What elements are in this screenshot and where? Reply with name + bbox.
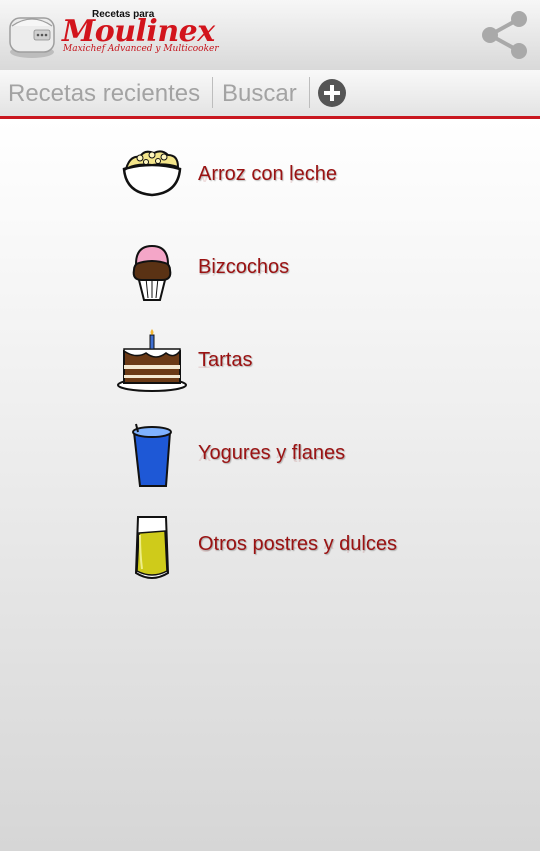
birthday-cake-icon (117, 329, 187, 392)
category-label-reflection: Arroz con leche (198, 174, 337, 185)
rice-pudding-bowl-icon (122, 150, 182, 197)
logo-subtitle: Maxichef Advanced y Multicooker (63, 44, 219, 54)
category-label-reflection: Tartas (198, 360, 253, 371)
category-yogurts-flans[interactable]: Yogures y flanes Yogures y flanes (116, 420, 446, 498)
app-header: Recetas para Moulinex Maxichef Advanced … (0, 0, 540, 70)
share-icon[interactable] (478, 8, 532, 62)
category-sponge-cakes[interactable]: Bizcochos Bizcochos (116, 234, 446, 312)
category-label-reflection: Bizcochos (198, 267, 290, 278)
category-other-desserts[interactable]: Otros postres y dulces Otros postres y d… (116, 511, 446, 589)
category-rice-pudding[interactable]: Arroz con leche Arroz con leche (116, 141, 446, 219)
multicooker-icon (9, 17, 55, 58)
category-cakes[interactable]: Tartas Tartas (116, 327, 446, 405)
tab-divider (212, 77, 213, 108)
category-label-reflection: Otros postres y dulces (198, 544, 397, 555)
tab-recent-recipes[interactable]: Recetas recientes (8, 80, 200, 108)
glass-dessert-icon (134, 516, 170, 579)
category-list: Arroz con leche Arroz con leche Bizcocho… (0, 119, 540, 851)
tab-bar: Recetas recientes Buscar (0, 70, 540, 119)
tab-search[interactable]: Buscar (222, 80, 297, 108)
category-label-reflection: Yogures y flanes (198, 453, 346, 464)
yogurt-cup-icon (132, 423, 172, 487)
cupcake-icon (132, 244, 172, 301)
plus-circle-icon[interactable] (317, 78, 347, 108)
tab-divider (309, 77, 310, 108)
